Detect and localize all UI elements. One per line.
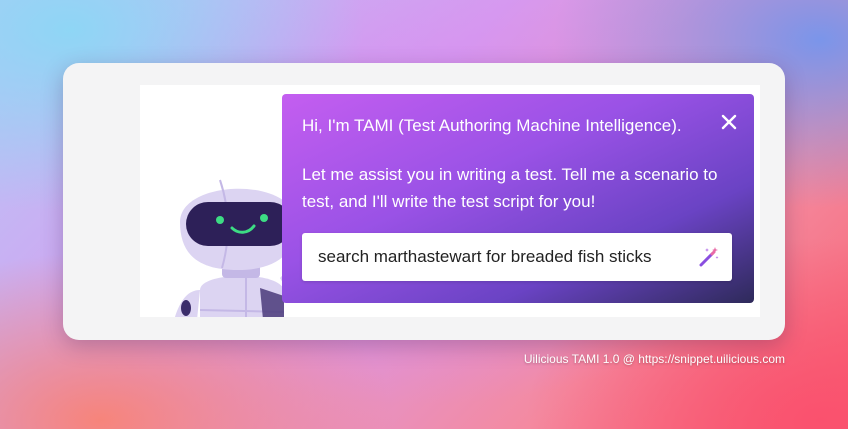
close-icon[interactable] (718, 111, 740, 133)
assist-message: Let me assist you in writing a test. Tel… (302, 165, 718, 211)
app-window: Hi, I'm TAMI (Test Authoring Machine Int… (63, 63, 785, 340)
content-area: Hi, I'm TAMI (Test Authoring Machine Int… (140, 85, 760, 317)
tami-dialog: Hi, I'm TAMI (Test Authoring Machine Int… (282, 94, 754, 303)
magic-wand-icon[interactable] (698, 246, 720, 268)
footer-caption: Uilicious TAMI 1.0 @ https://snippet.uil… (523, 352, 785, 366)
scenario-input-value: search marthastewart for breaded fish st… (318, 247, 652, 266)
greeting-text: Hi, I'm TAMI (Test Authoring Machine Int… (302, 116, 682, 135)
scenario-input[interactable]: search marthastewart for breaded fish st… (302, 233, 732, 281)
